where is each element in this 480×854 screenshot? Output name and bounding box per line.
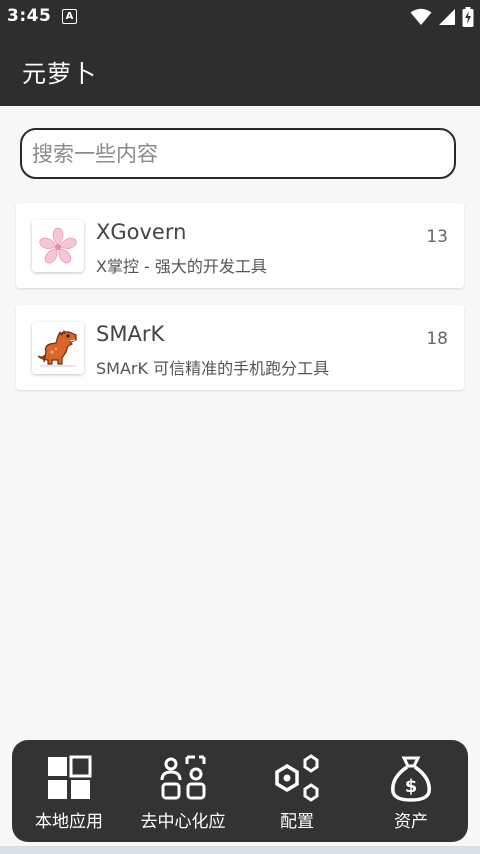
- search-box[interactable]: [20, 128, 456, 179]
- app-count: 13: [426, 227, 448, 247]
- app-count: 18: [426, 329, 448, 349]
- grid-apps-icon: [45, 754, 93, 802]
- status-time: 3:45: [7, 6, 52, 26]
- battery-charging-icon: [462, 7, 474, 27]
- nav-item-decentralized[interactable]: 去中心化应: [126, 740, 240, 842]
- app-card-xgovern[interactable]: XGovern X掌控 - 强大的开发工具 13: [16, 203, 464, 288]
- app-description: SMArK 可信精准的手机跑分工具: [96, 359, 330, 378]
- notification-icon: A: [62, 9, 77, 24]
- money-bag-icon: $: [387, 754, 435, 802]
- nav-label: 配置: [280, 812, 314, 832]
- app-description: X掌控 - 强大的开发工具: [96, 257, 267, 276]
- signal-icon: [438, 8, 456, 26]
- nav-item-local-apps[interactable]: 本地应用: [12, 740, 126, 842]
- hexagon-nodes-icon: [273, 754, 321, 802]
- nav-label: 去中心化应: [140, 812, 226, 832]
- nav-label: 本地应用: [35, 812, 103, 832]
- sakura-flower-icon: [32, 220, 84, 272]
- search-input[interactable]: [32, 138, 432, 170]
- app-name: XGovern: [96, 220, 187, 244]
- status-icons: [410, 6, 474, 28]
- nav-item-config[interactable]: 配置: [240, 740, 354, 842]
- wifi-icon: [410, 8, 432, 26]
- nav-item-assets[interactable]: $ 资产: [354, 740, 468, 842]
- page-title: 元萝卜: [22, 60, 97, 88]
- nav-label: 资产: [394, 812, 428, 832]
- bottom-nav: 本地应用 去中心化应 配置 $ 资产: [12, 740, 468, 842]
- app-bar: 元萝卜: [0, 34, 480, 106]
- status-bar: 3:45 A: [0, 0, 480, 34]
- decentralized-users-icon: [159, 754, 207, 802]
- app-card-smark[interactable]: SMArK SMArK 可信精准的手机跑分工具 18: [16, 305, 464, 390]
- svg-text:$: $: [405, 776, 418, 797]
- dinosaur-icon: [32, 322, 84, 374]
- app-name: SMArK: [96, 322, 165, 346]
- system-nav-edge: [0, 846, 480, 854]
